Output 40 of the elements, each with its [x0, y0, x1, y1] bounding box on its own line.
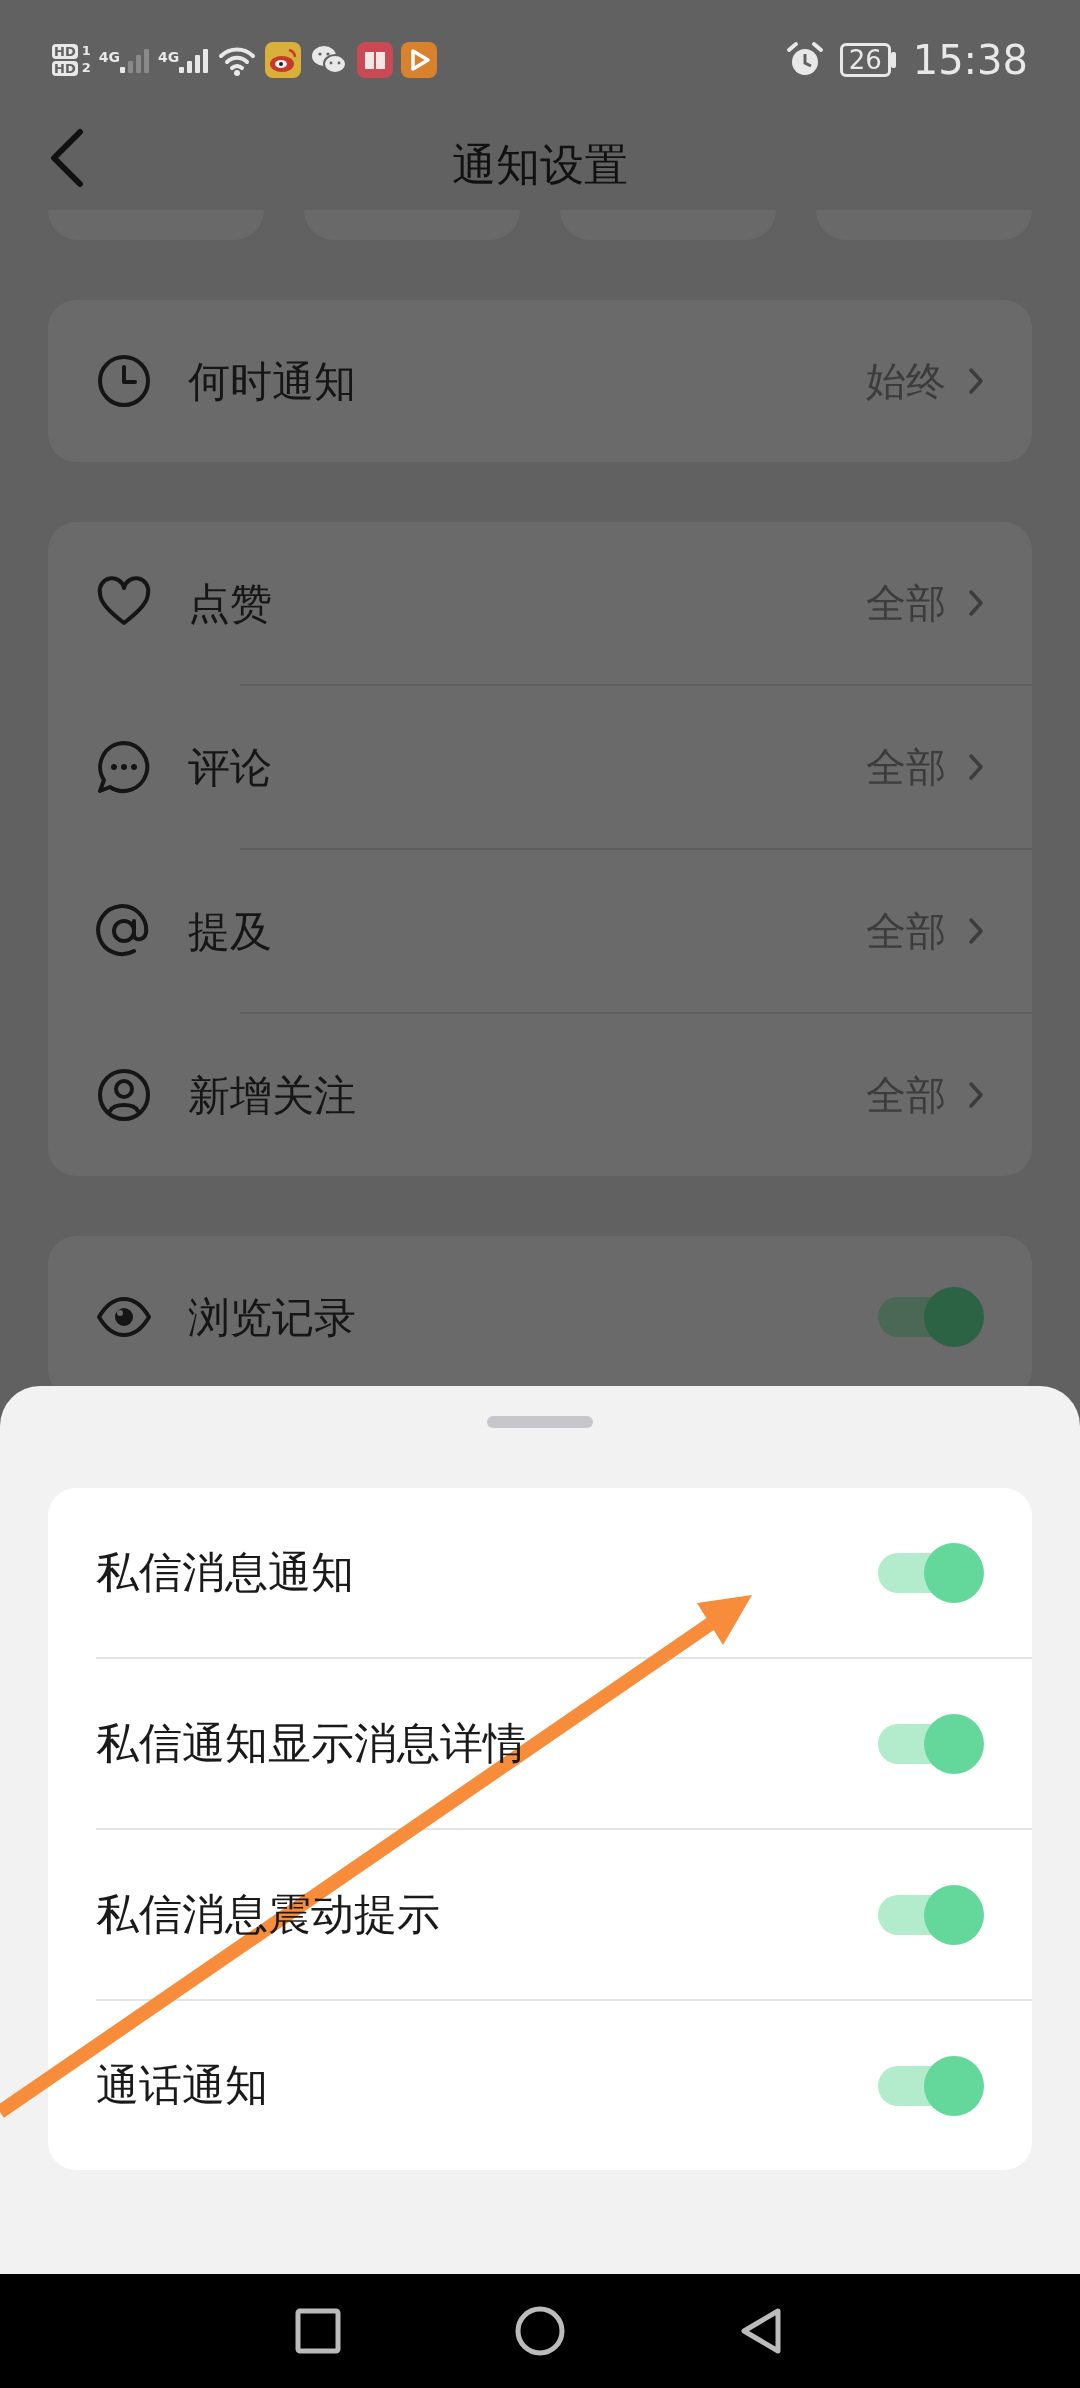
row-label: 私信通知显示消息详情: [96, 1717, 526, 1771]
row-label: 点赞: [188, 577, 272, 630]
home-icon: [514, 2305, 566, 2357]
toggle-switch[interactable]: [878, 1542, 984, 1603]
toggle-switch[interactable]: [878, 2055, 984, 2116]
book-app-icon: [357, 42, 394, 78]
row-label: 通话通知: [96, 2059, 268, 2113]
toggle-switch[interactable]: [878, 1287, 984, 1347]
signal-icon: [179, 47, 210, 73]
chevron-right-icon: [968, 367, 984, 395]
toggle-switch[interactable]: [878, 1713, 984, 1774]
network-type: 4G: [98, 48, 120, 67]
row-label: 浏览记录: [188, 1291, 356, 1344]
row-label: 评论: [188, 741, 272, 794]
toggle-switch[interactable]: [878, 1884, 984, 1945]
person-icon: [96, 1067, 152, 1123]
chevron-right-icon: [968, 917, 984, 945]
chevron-right-icon: [968, 589, 984, 617]
sim-slot: 1: [81, 44, 91, 59]
clock-time: 15:38: [912, 36, 1028, 85]
drag-handle[interactable]: [487, 1416, 593, 1428]
battery-tip-icon: [890, 52, 897, 68]
network-type: 4G: [157, 48, 180, 67]
chevron-right-icon: [968, 753, 984, 781]
comment-icon: [96, 739, 152, 795]
page-title: 通知设置: [452, 138, 628, 192]
battery-level: 26: [839, 42, 891, 78]
row-label: 提及: [188, 905, 272, 958]
signal-icon: [119, 47, 150, 73]
home-button[interactable]: [514, 2305, 566, 2357]
clock-icon: [96, 353, 152, 409]
row-label: 新增关注: [188, 1069, 356, 1122]
chevron-right-icon: [968, 1081, 984, 1109]
sim-badge: HD: [52, 61, 78, 76]
eye-app-icon: [265, 42, 302, 78]
row-label: 何时通知: [188, 355, 356, 408]
play-app-icon: [401, 42, 438, 78]
sim-slot: 2: [81, 61, 91, 76]
row-label: 私信消息通知: [96, 1546, 354, 1600]
sim-badge: HD: [52, 44, 78, 59]
